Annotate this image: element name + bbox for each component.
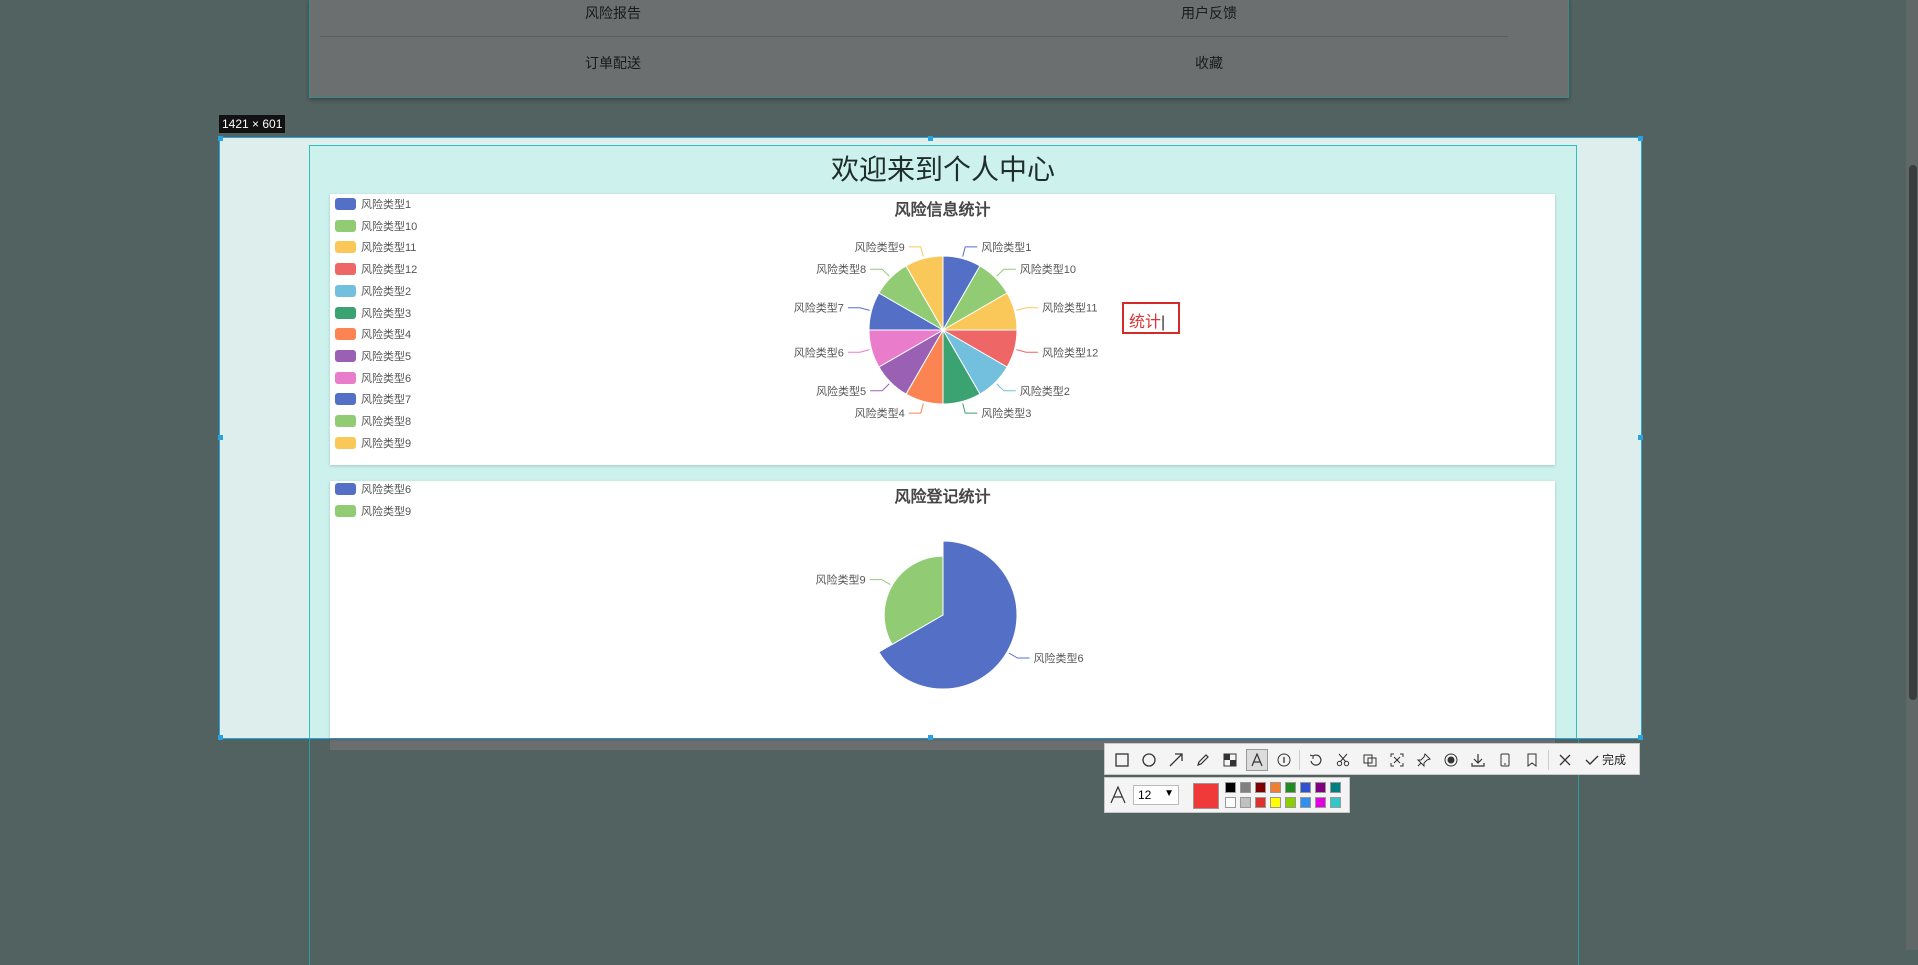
- bookmark-icon[interactable]: [1521, 749, 1543, 771]
- save-icon[interactable]: [1467, 749, 1489, 771]
- slice-label: 风险类型3: [981, 406, 1031, 420]
- slice-label: 风险类型5: [816, 384, 866, 398]
- arrow-icon[interactable]: [1165, 749, 1187, 771]
- label-line: [996, 383, 1016, 392]
- annotation-text: 统计: [1129, 314, 1162, 331]
- resize-handle-bottom[interactable]: [928, 735, 933, 740]
- palette-color[interactable]: [1330, 782, 1341, 793]
- label-line: [908, 403, 924, 414]
- cancel-icon[interactable]: [1554, 749, 1576, 771]
- done-check-icon[interactable]: [1581, 749, 1603, 771]
- palette-color[interactable]: [1315, 782, 1326, 793]
- slice-label: 风险类型4: [855, 406, 905, 420]
- resize-handle-left[interactable]: [218, 435, 223, 440]
- phone-icon[interactable]: [1494, 749, 1516, 771]
- record-icon[interactable]: [1440, 749, 1462, 771]
- label-line: [847, 307, 870, 311]
- label-line: [962, 403, 978, 414]
- label-line: [908, 246, 924, 257]
- slice-label: 风险类型2: [1020, 384, 1070, 398]
- palette-color[interactable]: [1285, 797, 1296, 808]
- selection-size-label: 1421 × 601: [219, 115, 286, 133]
- palette-color[interactable]: [1300, 797, 1311, 808]
- slice-label: 风险类型10: [1020, 262, 1076, 276]
- menu-item-risk-report[interactable]: 风险报告: [313, 3, 913, 23]
- pen-icon[interactable]: [1192, 749, 1214, 771]
- palette-color[interactable]: [1225, 782, 1236, 793]
- slice-label: 风险类型1: [981, 240, 1031, 254]
- slice-label: 风险类型8: [816, 262, 866, 276]
- label-line: [847, 349, 870, 353]
- palette-color[interactable]: [1240, 782, 1251, 793]
- slice-label: 风险类型9: [816, 573, 866, 587]
- menu-item-user-feedback[interactable]: 用户反馈: [909, 3, 1509, 23]
- palette-color[interactable]: [1270, 782, 1281, 793]
- palette-color[interactable]: [1285, 782, 1296, 793]
- menu-divider: [320, 36, 1508, 37]
- menu-card: 风险报告 用户反馈 订单配送 收藏: [309, 0, 1569, 98]
- slice-label: 风险类型9: [855, 240, 905, 254]
- label-line: [996, 268, 1016, 277]
- label-line: [962, 246, 978, 257]
- page-title: 欢迎来到个人中心: [830, 154, 1055, 185]
- scrollbar-thumb[interactable]: [1909, 165, 1917, 700]
- menu-item-favorites[interactable]: 收藏: [909, 53, 1509, 73]
- ellipse-icon[interactable]: [1138, 749, 1160, 771]
- font-size-value: 12: [1138, 788, 1152, 802]
- risk-registration-chart-panel: 风险登记统计 风险类型6 风险类型9 风险类型6 风险类型9: [330, 481, 1555, 738]
- palette-color[interactable]: [1315, 797, 1326, 808]
- resize-handle-top-left[interactable]: [218, 136, 223, 141]
- mosaic-icon[interactable]: [1219, 749, 1241, 771]
- font-icon: [1110, 785, 1126, 809]
- resize-handle-bottom-right[interactable]: [1638, 735, 1643, 740]
- slice-label: 风险类型6: [794, 345, 844, 359]
- current-color-swatch[interactable]: [1193, 783, 1219, 809]
- number-marker-icon[interactable]: [1273, 749, 1295, 771]
- chevron-down-icon: ▼: [1164, 788, 1174, 799]
- label-line: [1016, 307, 1039, 311]
- resize-handle-right[interactable]: [1638, 435, 1643, 440]
- palette-color[interactable]: [1255, 797, 1266, 808]
- slice-label: 风险类型6: [1033, 651, 1083, 665]
- scissors-icon[interactable]: [1332, 749, 1354, 771]
- slice-label: 风险类型11: [1042, 301, 1097, 315]
- pie-chart-risk-registration: 风险类型6 风险类型9: [816, 540, 1084, 690]
- done-button[interactable]: 完成: [1602, 751, 1626, 768]
- palette-color[interactable]: [1240, 797, 1251, 808]
- resize-handle-top[interactable]: [928, 136, 933, 141]
- rectangle-icon[interactable]: [1111, 749, 1133, 771]
- label-line: [869, 579, 891, 586]
- scroll-capture-icon[interactable]: [1386, 749, 1408, 771]
- screenshot-toolbar: 完成: [1104, 743, 1640, 775]
- font-size-select[interactable]: 12 ▼: [1133, 785, 1179, 805]
- ocr-icon[interactable]: [1359, 749, 1381, 771]
- resize-handle-bottom-left[interactable]: [218, 735, 223, 740]
- palette-color[interactable]: [1255, 782, 1266, 793]
- label-line: [1016, 349, 1039, 353]
- label-line: [870, 383, 890, 392]
- label-line: [1008, 652, 1030, 659]
- toolbar-divider: [1299, 750, 1300, 770]
- toolbar-divider: [1548, 750, 1549, 770]
- text-icon[interactable]: [1246, 749, 1268, 771]
- risk-info-chart-panel: 风险信息统计 风险类型1 风险类型10 风险类型11 风险类型12 风险类型2 风险类型3…: [330, 194, 1555, 465]
- pin-icon[interactable]: [1413, 749, 1435, 771]
- palette-color[interactable]: [1300, 782, 1311, 793]
- undo-icon[interactable]: [1305, 749, 1327, 771]
- label-line: [870, 268, 890, 277]
- palette-color[interactable]: [1225, 797, 1236, 808]
- palette-color[interactable]: [1270, 797, 1281, 808]
- text-options-bar: 12 ▼: [1104, 777, 1350, 813]
- slice-label: 风险类型7: [794, 301, 844, 315]
- slice-label: 风险类型12: [1042, 345, 1098, 359]
- text-annotation-box[interactable]: 统计|: [1122, 302, 1180, 334]
- pie-chart-risk-info: 风险类型1 风险类型10 风险类型11 风险类型12 风险类型2 风险类型3 风险类型4 风险…: [794, 240, 1099, 420]
- menu-item-order-delivery[interactable]: 订单配送: [313, 53, 913, 73]
- palette-color[interactable]: [1330, 797, 1341, 808]
- resize-handle-top-right[interactable]: [1638, 136, 1643, 141]
